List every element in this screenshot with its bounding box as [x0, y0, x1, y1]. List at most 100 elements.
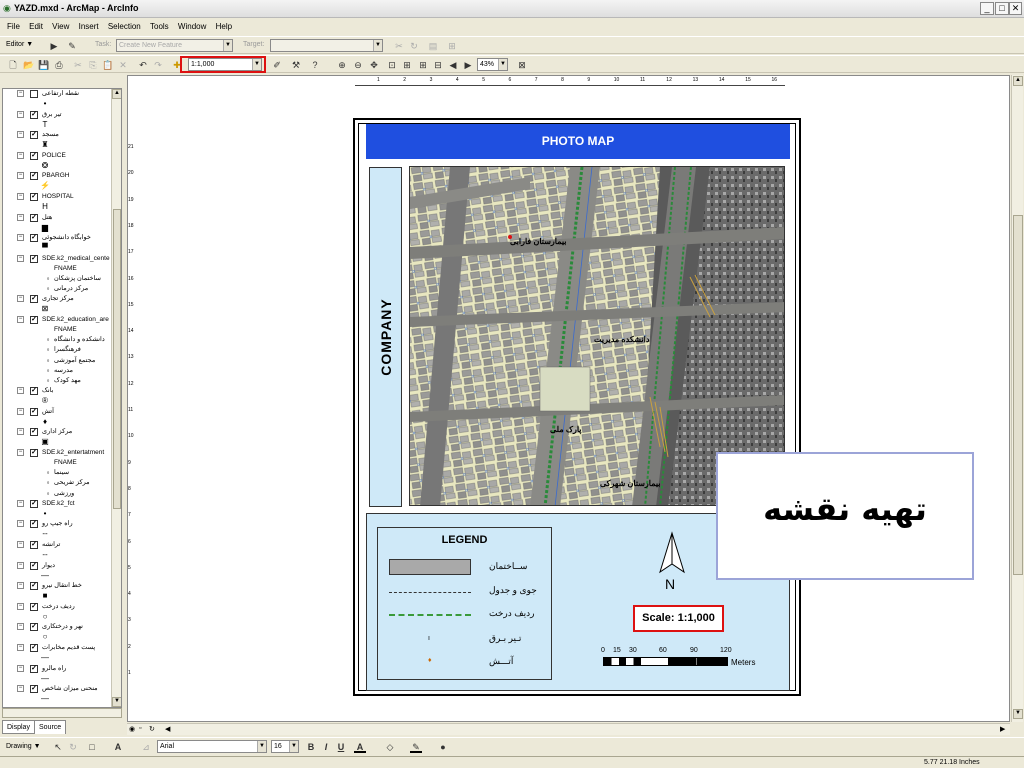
layer-visibility-checkbox[interactable]: ✓ [30, 151, 38, 160]
collapse-toggle-icon[interactable]: − [17, 151, 24, 159]
collapse-toggle-icon[interactable]: − [17, 644, 24, 651]
toc-scroll-thumb[interactable] [113, 209, 121, 509]
task-dropdown[interactable]: Create New Feature ▼ [116, 39, 233, 52]
font-color-icon[interactable]: A [354, 741, 366, 753]
layer-visibility-checkbox[interactable]: ✓ [30, 541, 38, 549]
collapse-toggle-icon[interactable]: − [17, 234, 24, 242]
edit-tool-icon[interactable]: ▶ [48, 40, 60, 52]
scroll-right-arrow[interactable]: ▶ [1000, 725, 1005, 733]
layer-visibility-checkbox[interactable]: ✓ [30, 520, 38, 529]
toggle-draft-mode-icon[interactable]: ⊠ [516, 59, 528, 71]
underline-button[interactable]: U [335, 741, 347, 753]
collapse-toggle-icon[interactable]: − [17, 295, 24, 303]
layer-visibility-checkbox[interactable]: ✓ [30, 582, 38, 591]
collapse-toggle-icon[interactable]: − [17, 520, 24, 528]
toc-scrollbar[interactable]: ▲ ▼ [111, 89, 121, 707]
fill-color-icon[interactable]: ◇ [384, 741, 396, 753]
layer-visibility-checkbox[interactable]: ✓ [30, 499, 38, 508]
maximize-button[interactable]: □ [995, 2, 1009, 15]
fixed-zoom-out-icon[interactable]: ⊟ [432, 59, 444, 71]
canvas-vertical-scrollbar[interactable]: ▲ ▼ [1011, 75, 1023, 722]
map-scale-dropdown[interactable]: 1:1,000 ▼ [188, 58, 262, 71]
collapse-toggle-icon[interactable]: − [17, 541, 24, 548]
zoom-in-icon[interactable]: ⊕ [336, 59, 348, 71]
scroll-up-arrow[interactable]: ▲ [1013, 76, 1023, 86]
new-document-icon[interactable]: 🗋 [7, 59, 19, 71]
layer-visibility-checkbox[interactable]: ✓ [30, 428, 38, 437]
edit-vertices-icon[interactable]: ⊿ [140, 741, 152, 753]
sketch-tool-icon[interactable]: ✎ [66, 40, 78, 52]
new-text-icon[interactable]: A [112, 741, 124, 753]
collapse-toggle-icon[interactable]: − [17, 428, 24, 436]
collapse-toggle-icon[interactable]: − [17, 387, 24, 395]
scroll-left-arrow[interactable]: ◀ [165, 725, 170, 733]
zoom-out-icon[interactable]: ⊖ [352, 59, 364, 71]
collapse-toggle-icon[interactable]: − [17, 213, 24, 221]
layer-visibility-checkbox[interactable]: ✓ [30, 254, 38, 263]
collapse-toggle-icon[interactable]: − [17, 602, 24, 610]
font-size-dropdown[interactable]: 16 ▼ [271, 740, 299, 753]
layer-visibility-checkbox[interactable]: ✓ [30, 623, 38, 632]
collapse-toggle-icon[interactable]: − [17, 131, 24, 139]
editor-menu-button[interactable]: Editor ▼ [6, 41, 33, 48]
layer-visibility-checkbox[interactable]: ✓ [30, 131, 38, 140]
collapse-toggle-icon[interactable]: − [17, 623, 24, 631]
cut-icon[interactable]: ✂ [72, 59, 84, 71]
toc-hscrollbar[interactable] [2, 708, 122, 718]
layout-view-icon[interactable]: ▫ [139, 725, 141, 732]
layer-visibility-checkbox[interactable]: ✓ [30, 387, 38, 396]
zoom-percent-dropdown[interactable]: 43% ▼ [477, 58, 508, 71]
collapse-toggle-icon[interactable]: − [17, 449, 24, 456]
collapse-toggle-icon[interactable]: − [17, 407, 24, 415]
close-button[interactable]: ✕ [1009, 2, 1022, 15]
menu-file[interactable]: File [7, 22, 20, 31]
layer-visibility-checkbox[interactable]: ✓ [30, 561, 38, 570]
target-dropdown[interactable]: ▼ [270, 39, 383, 52]
print-icon[interactable]: ⎙ [53, 59, 65, 71]
tab-display[interactable]: Display [2, 720, 35, 734]
layer-visibility-checkbox[interactable]: ✓ [30, 172, 38, 181]
layer-visibility-checkbox[interactable]: ✓ [30, 664, 38, 673]
rotate-element-icon[interactable]: ↻ [67, 741, 79, 753]
layer-visibility-checkbox[interactable]: ✓ [30, 193, 38, 201]
line-color-icon[interactable]: ✎ [410, 741, 422, 753]
bold-button[interactable]: B [305, 741, 317, 753]
scale-text-box[interactable]: Scale: 1:1,000 [633, 605, 724, 632]
zoom-100-icon[interactable]: ⊞ [401, 59, 413, 71]
drawing-menu-button[interactable]: Drawing ▼ [6, 743, 41, 750]
rectangle-tool-icon[interactable]: □ [86, 741, 98, 753]
layer-visibility-checkbox[interactable]: ✓ [30, 644, 38, 652]
marker-color-icon[interactable]: ● [437, 741, 449, 753]
minimize-button[interactable]: _ [980, 2, 994, 15]
layer-visibility-checkbox[interactable]: ✓ [30, 602, 38, 611]
scroll-down-arrow[interactable]: ▼ [112, 697, 121, 707]
open-folder-icon[interactable]: 📂 [23, 59, 35, 71]
refresh-view-icon[interactable]: ↻ [149, 725, 155, 733]
collapse-toggle-icon[interactable]: − [17, 110, 24, 118]
collapse-toggle-icon[interactable]: − [17, 172, 24, 180]
collapse-toggle-icon[interactable]: − [17, 664, 24, 672]
sketch-properties-icon[interactable]: ⊞ [446, 40, 458, 52]
data-view-icon[interactable]: ◉ [129, 725, 135, 733]
rotate-tool-icon[interactable]: ↻ [408, 40, 420, 52]
layer-visibility-checkbox[interactable]: ✓ [30, 110, 38, 119]
font-name-dropdown[interactable]: Arial ▼ [157, 740, 267, 753]
layer-visibility-checkbox[interactable]: ✓ [30, 295, 38, 304]
menu-edit[interactable]: Edit [29, 22, 43, 31]
collapse-toggle-icon[interactable]: − [17, 90, 24, 97]
layer-visibility-checkbox[interactable]: ✓ [30, 234, 38, 243]
collapse-toggle-icon[interactable]: − [17, 561, 24, 569]
layer-visibility-checkbox[interactable] [30, 90, 38, 98]
layer-visibility-checkbox[interactable]: ✓ [30, 407, 38, 416]
next-extent-icon[interactable]: ▶ [462, 59, 474, 71]
copy-icon[interactable]: ⎘ [87, 59, 99, 71]
menu-tools[interactable]: Tools [150, 22, 169, 31]
menu-insert[interactable]: Insert [79, 22, 99, 31]
scroll-down-arrow[interactable]: ▼ [1013, 709, 1023, 719]
fixed-zoom-in-icon[interactable]: ⊞ [417, 59, 429, 71]
tab-source[interactable]: Source [34, 720, 67, 734]
collapse-toggle-icon[interactable]: − [17, 685, 24, 693]
select-elements-icon[interactable]: ↖ [52, 741, 64, 753]
layer-visibility-checkbox[interactable]: ✓ [30, 449, 38, 457]
zoom-whole-page-icon[interactable]: ⊡ [386, 59, 398, 71]
